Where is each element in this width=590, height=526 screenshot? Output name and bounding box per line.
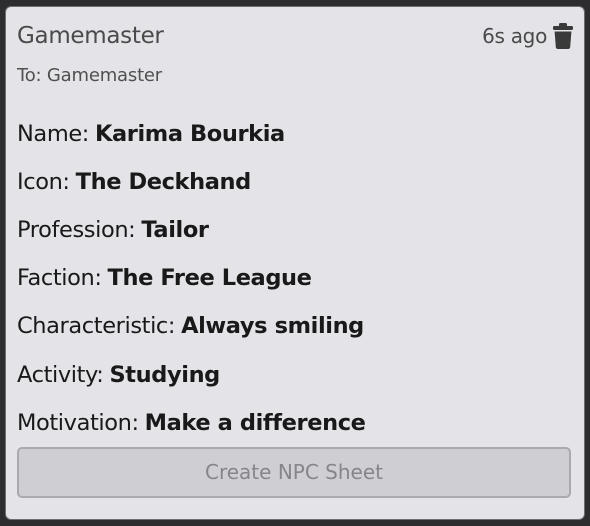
- npc-field-icon: Icon: The Deckhand: [17, 158, 573, 206]
- npc-details: Name: Karima Bourkia Icon: The Deckhand …: [17, 110, 573, 447]
- field-label: Characteristic:: [17, 313, 176, 340]
- message-meta: 6s ago: [482, 23, 573, 49]
- field-value: Always smiling: [181, 313, 364, 340]
- field-label: Icon:: [17, 169, 70, 196]
- field-label: Name:: [17, 121, 89, 148]
- trash-icon[interactable]: [553, 23, 573, 49]
- field-value: Karima Bourkia: [94, 121, 285, 148]
- field-value: The Free League: [107, 265, 312, 292]
- field-value: Tailor: [141, 217, 209, 244]
- npc-field-motivation: Motivation: Make a difference: [17, 399, 573, 447]
- npc-field-characteristic: Characteristic: Always smiling: [17, 302, 573, 350]
- chat-message-card: Gamemaster 6s ago To: Gamemaster Name: K…: [5, 6, 585, 520]
- field-value: The Deckhand: [75, 169, 252, 196]
- field-label: Profession:: [17, 217, 136, 244]
- field-label: Motivation:: [17, 409, 139, 436]
- message-sender: Gamemaster: [17, 23, 164, 49]
- field-label: Faction:: [17, 265, 102, 292]
- npc-field-name: Name: Karima Bourkia: [17, 110, 573, 158]
- npc-field-activity: Activity: Studying: [17, 350, 573, 398]
- npc-field-faction: Faction: The Free League: [17, 254, 573, 302]
- create-npc-sheet-button[interactable]: Create NPC Sheet: [17, 447, 571, 498]
- field-value: Studying: [109, 361, 221, 388]
- message-timestamp: 6s ago: [482, 24, 547, 48]
- message-recipient: To: Gamemaster: [17, 65, 162, 86]
- npc-field-profession: Profession: Tailor: [17, 206, 573, 254]
- field-value: Make a difference: [144, 409, 366, 436]
- message-header: Gamemaster 6s ago: [17, 19, 573, 53]
- field-label: Activity:: [17, 361, 104, 388]
